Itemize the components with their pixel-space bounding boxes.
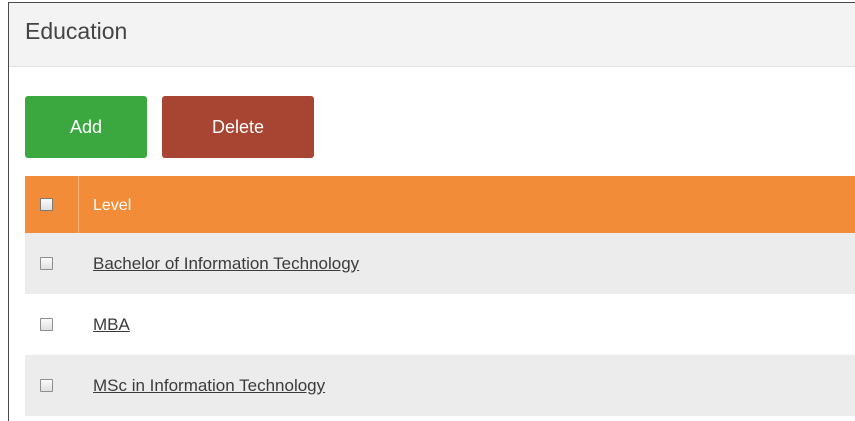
- page-title: Education: [25, 18, 128, 44]
- education-panel: Education Add Delete Level Bachelor of I…: [8, 2, 855, 421]
- add-button[interactable]: Add: [25, 96, 147, 158]
- level-link[interactable]: MBA: [93, 315, 130, 334]
- row-check-cell: [25, 355, 79, 416]
- column-header-level[interactable]: Level: [93, 197, 131, 214]
- row-checkbox[interactable]: [40, 379, 53, 392]
- education-table: Level Bachelor of Information Technology…: [25, 176, 855, 416]
- delete-button[interactable]: Delete: [162, 96, 314, 158]
- row-check-cell: [25, 294, 79, 355]
- table-row: MSc in Information Technology: [25, 355, 855, 416]
- row-checkbox[interactable]: [40, 318, 53, 331]
- panel-header: Education: [9, 3, 855, 67]
- table-header-row: Level: [25, 176, 855, 233]
- level-cell: MBA: [79, 315, 130, 335]
- level-link[interactable]: MSc in Information Technology: [93, 376, 325, 395]
- select-all-cell: [25, 176, 79, 233]
- select-all-checkbox[interactable]: [40, 198, 53, 211]
- toolbar: Add Delete: [9, 67, 855, 175]
- column-header-level-cell: Level: [79, 195, 131, 215]
- row-check-cell: [25, 233, 79, 294]
- level-cell: Bachelor of Information Technology: [79, 254, 359, 274]
- row-checkbox[interactable]: [40, 257, 53, 270]
- table-row: Bachelor of Information Technology: [25, 233, 855, 294]
- level-link[interactable]: Bachelor of Information Technology: [93, 254, 359, 273]
- level-cell: MSc in Information Technology: [79, 376, 325, 396]
- table-row: MBA: [25, 294, 855, 355]
